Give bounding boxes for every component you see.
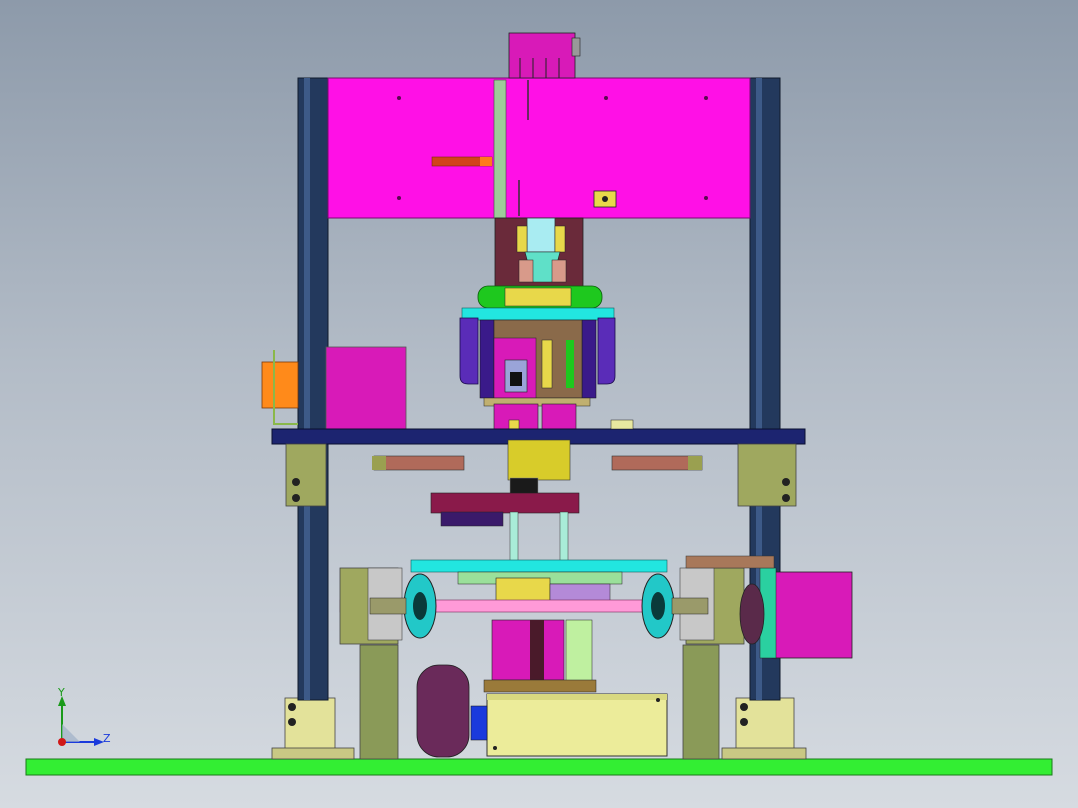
orange-indicator-end <box>480 157 492 166</box>
turret-cyan-plate[interactable] <box>461 307 615 321</box>
cad-viewport[interactable]: Y Z <box>0 0 1078 808</box>
turret-left-clamp[interactable] <box>459 317 479 385</box>
base-plate[interactable] <box>25 758 1053 776</box>
turret-yellow-strip <box>541 339 553 389</box>
right-drive-pulley[interactable] <box>739 583 765 645</box>
shaft-coupler-left <box>369 597 407 615</box>
turret-inner-right <box>581 319 597 399</box>
triad-origin <box>58 738 66 746</box>
housing-screw-3 <box>604 96 608 100</box>
chuck-yellow-block[interactable] <box>507 439 571 481</box>
z-axis-label: Z <box>103 732 111 745</box>
spindle-side-block-right <box>551 259 567 283</box>
right-lower-leg[interactable] <box>682 644 720 760</box>
left-support-bolt-1 <box>292 478 300 486</box>
lower-yellow-block[interactable] <box>495 577 551 603</box>
lower-slide-green <box>565 619 593 683</box>
turret-sensor-core <box>510 372 522 386</box>
top-housing-divider <box>493 79 507 219</box>
label-plate-hole <box>602 196 608 202</box>
left-side-motor[interactable] <box>325 346 407 430</box>
guide-rod-right[interactable] <box>559 511 569 563</box>
bottom-control-box-lid <box>487 694 667 700</box>
lower-slide-stack[interactable] <box>491 619 565 681</box>
mid-plate-tab <box>610 419 634 430</box>
shaft-coupler-right <box>671 597 709 615</box>
lower-purple-block <box>549 583 611 603</box>
right-foot-base[interactable] <box>721 747 807 760</box>
spindle-side-block-left <box>518 259 534 283</box>
left-cylinder-arm[interactable] <box>373 455 465 471</box>
bottom-drum[interactable] <box>416 664 470 758</box>
left-foot-base[interactable] <box>271 747 355 760</box>
left-support-bracket[interactable] <box>285 443 327 507</box>
right-foot-bolt-2 <box>740 718 748 726</box>
left-cylinder-fitting <box>372 456 386 470</box>
rotary-ring-plate <box>504 287 572 307</box>
turret-inner-left <box>479 319 495 399</box>
control-board[interactable] <box>430 492 580 514</box>
lower-slide-dark <box>530 620 544 680</box>
left-lower-leg[interactable] <box>359 644 399 760</box>
guide-rod-left[interactable] <box>509 511 519 563</box>
right-foot-bolt-1 <box>740 703 748 711</box>
right-pulley-hub <box>651 592 665 620</box>
box-screw-1 <box>493 746 497 750</box>
turret-green-strip <box>566 340 574 388</box>
housing-screw-5 <box>704 196 708 200</box>
machine-assembly-model[interactable] <box>0 0 1078 808</box>
spindle-cylinder[interactable] <box>526 217 556 253</box>
left-pulley-hub <box>413 592 427 620</box>
control-board-lower <box>440 511 504 527</box>
left-column[interactable] <box>297 77 329 701</box>
left-side-motor-cap <box>261 361 299 409</box>
right-drive-top-plate <box>685 555 775 569</box>
left-foot-bolt-1 <box>288 703 296 711</box>
right-drive-motor[interactable] <box>771 571 853 659</box>
lower-slide-base <box>483 679 597 693</box>
bottom-connector[interactable] <box>470 705 488 741</box>
left-foot-bolt-2 <box>288 718 296 726</box>
bottom-control-box[interactable] <box>486 693 668 757</box>
right-cylinder-fitting <box>688 456 702 470</box>
y-axis-label: Y <box>58 686 65 699</box>
housing-screw-4 <box>704 96 708 100</box>
turret-right-clamp[interactable] <box>597 317 616 385</box>
spindle-bracket-left <box>516 225 528 253</box>
housing-screw-1 <box>397 96 401 100</box>
right-support-bolt-2 <box>782 494 790 502</box>
right-support-bolt-1 <box>782 478 790 486</box>
top-housing[interactable] <box>327 77 751 219</box>
housing-screw-2 <box>397 196 401 200</box>
spindle-bracket-right <box>554 225 566 253</box>
left-support-bolt-2 <box>292 494 300 502</box>
lower-cyan-platform[interactable] <box>410 559 668 573</box>
top-motor[interactable] <box>508 32 576 79</box>
box-screw-2 <box>656 698 660 702</box>
left-column-highlight <box>304 78 310 700</box>
top-motor-cap <box>571 37 581 57</box>
